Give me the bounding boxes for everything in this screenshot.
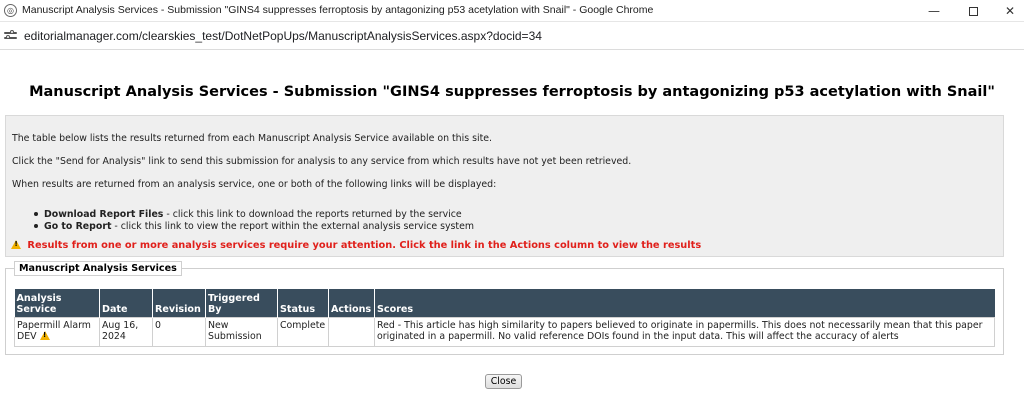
- column-header-revision[interactable]: Revision: [152, 289, 206, 317]
- download-report-term: Download Report Files: [44, 209, 164, 220]
- cell-actions[interactable]: [328, 316, 375, 347]
- link-description-list: Download Report Files - click this link …: [34, 209, 474, 233]
- close-icon: ✕: [1004, 4, 1016, 18]
- info-panel: The table below lists the results return…: [5, 115, 1004, 257]
- info-text-send-instructions: Click the "Send for Analysis" link to se…: [12, 156, 632, 167]
- column-header-actions[interactable]: Actions: [328, 289, 375, 317]
- go-to-report-description: - click this link to view the report wit…: [111, 221, 475, 232]
- cell-scores: Red - This article has high similarity t…: [374, 316, 995, 347]
- minimize-button[interactable]: —: [914, 0, 954, 22]
- info-text-table-description: The table below lists the results return…: [12, 133, 492, 144]
- cell-analysis-service: Papermill Alarm DEV: [14, 316, 100, 347]
- analysis-services-legend: Manuscript Analysis Services: [14, 261, 182, 276]
- site-settings-icon[interactable]: [4, 30, 17, 42]
- warning-icon: [39, 331, 50, 340]
- url-text[interactable]: editorialmanager.com/clearskies_test/Dot…: [24, 29, 542, 43]
- cell-date: Aug 16, 2024: [99, 316, 153, 347]
- info-text-results-links: When results are returned from an analys…: [12, 179, 497, 190]
- close-button[interactable]: Close: [485, 374, 522, 389]
- column-header-scores[interactable]: Scores: [374, 289, 995, 317]
- minimize-icon: —: [928, 4, 940, 18]
- close-window-button[interactable]: ✕: [990, 0, 1024, 22]
- bullet-icon: [34, 223, 38, 228]
- attention-warning: Results from one or more analysis servic…: [11, 240, 701, 251]
- attention-warning-text: Results from one or more analysis servic…: [27, 240, 702, 251]
- column-header-date[interactable]: Date: [99, 289, 153, 317]
- column-header-status[interactable]: Status: [277, 289, 329, 317]
- warning-icon: [11, 240, 21, 249]
- list-item-download-report: Download Report Files - click this link …: [34, 209, 474, 221]
- list-item-go-to-report: Go to Report - click this link to view t…: [34, 221, 474, 233]
- page-title: Manuscript Analysis Services - Submissio…: [29, 84, 995, 100]
- cell-status: Complete: [277, 316, 329, 347]
- cell-revision: 0: [152, 316, 206, 347]
- maximize-icon: [968, 7, 978, 16]
- service-name: Papermill Alarm DEV: [17, 319, 91, 343]
- download-report-description: - click this link to download the report…: [163, 209, 462, 220]
- cell-triggered-by: New Submission: [205, 316, 278, 347]
- analysis-results-table: Analysis Service Date Revision Triggered…: [14, 289, 995, 347]
- address-bar[interactable]: editorialmanager.com/clearskies_test/Dot…: [0, 23, 1024, 50]
- maximize-button[interactable]: [953, 0, 993, 22]
- column-header-triggered-by[interactable]: Triggered By: [205, 289, 278, 317]
- table-header-row: Analysis Service Date Revision Triggered…: [14, 289, 995, 317]
- browser-logo-icon: ◎: [4, 4, 17, 17]
- bullet-icon: [34, 211, 38, 216]
- window-title-bar: ◎ Manuscript Analysis Services - Submiss…: [0, 0, 1024, 22]
- column-header-analysis-service[interactable]: Analysis Service: [14, 289, 100, 317]
- table-row: Papermill Alarm DEV Aug 16, 2024 0 New S…: [14, 316, 995, 347]
- window-title: Manuscript Analysis Services - Submissio…: [22, 4, 654, 16]
- go-to-report-term: Go to Report: [44, 221, 112, 232]
